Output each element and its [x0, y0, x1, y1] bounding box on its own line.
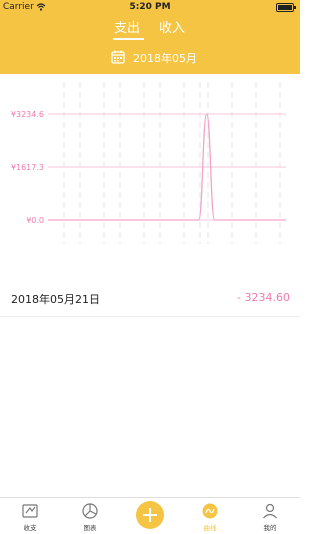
- status-time: 5:20 PM: [129, 2, 171, 12]
- tab-income[interactable]: 收入: [159, 17, 185, 36]
- tabbar-item-curve[interactable]: 曲线: [180, 498, 240, 534]
- record-amount: - 3234.60: [237, 291, 290, 304]
- record-date: 2018年05月21日: [11, 293, 100, 306]
- list-item[interactable]: 2018年05月21日 - 3234.60: [0, 282, 300, 317]
- tab-expense[interactable]: 支出: [114, 17, 140, 36]
- curve-icon: [202, 503, 218, 519]
- month-label: 2018年05月: [133, 52, 197, 65]
- status-bar: Carrier 5:20 PM: [0, 0, 300, 14]
- add-record-button[interactable]: [136, 501, 164, 529]
- y-tick-label: ¥0.0: [26, 216, 44, 225]
- line-chart: ¥3234.6 ¥1617.3 ¥0.0: [11, 82, 286, 244]
- y-tick-label: ¥3234.6: [11, 110, 44, 119]
- pie-chart-icon: [82, 503, 98, 519]
- header: Carrier 5:20 PM 支出 收入 2018年05月: [0, 0, 300, 74]
- y-tick-label: ¥1617.3: [11, 163, 44, 172]
- month-selector[interactable]: 2018年05月: [0, 48, 300, 68]
- battery-icon: [276, 3, 296, 12]
- active-tab-indicator: [113, 38, 144, 40]
- person-icon: [263, 503, 277, 519]
- tabbar-label: 我的: [263, 524, 277, 532]
- type-tabs: 支出 收入: [0, 14, 300, 40]
- tabbar-label: 收支: [23, 524, 37, 532]
- calendar-icon: [111, 50, 125, 64]
- tabbar-label: 曲线: [203, 524, 217, 532]
- ledger-icon: [22, 504, 38, 518]
- tabbar-item-profile[interactable]: 我的: [240, 498, 300, 534]
- tabbar-label: 图表: [83, 524, 97, 532]
- tabbar-item-charts[interactable]: 图表: [60, 498, 120, 534]
- tabbar-item-ledger[interactable]: 收支: [0, 498, 60, 534]
